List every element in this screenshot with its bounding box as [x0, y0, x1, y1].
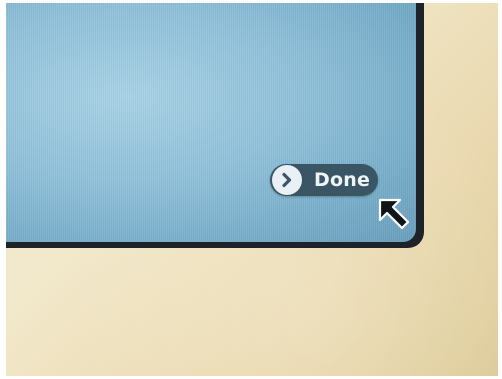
device-photo: Done — [0, 0, 502, 379]
chevron-right-icon — [272, 165, 302, 195]
done-button[interactable]: Done — [270, 164, 378, 196]
done-button-label: Done — [314, 169, 371, 191]
display-screen: Done — [0, 0, 416, 242]
arrow-up-left-icon[interactable] — [374, 194, 414, 234]
